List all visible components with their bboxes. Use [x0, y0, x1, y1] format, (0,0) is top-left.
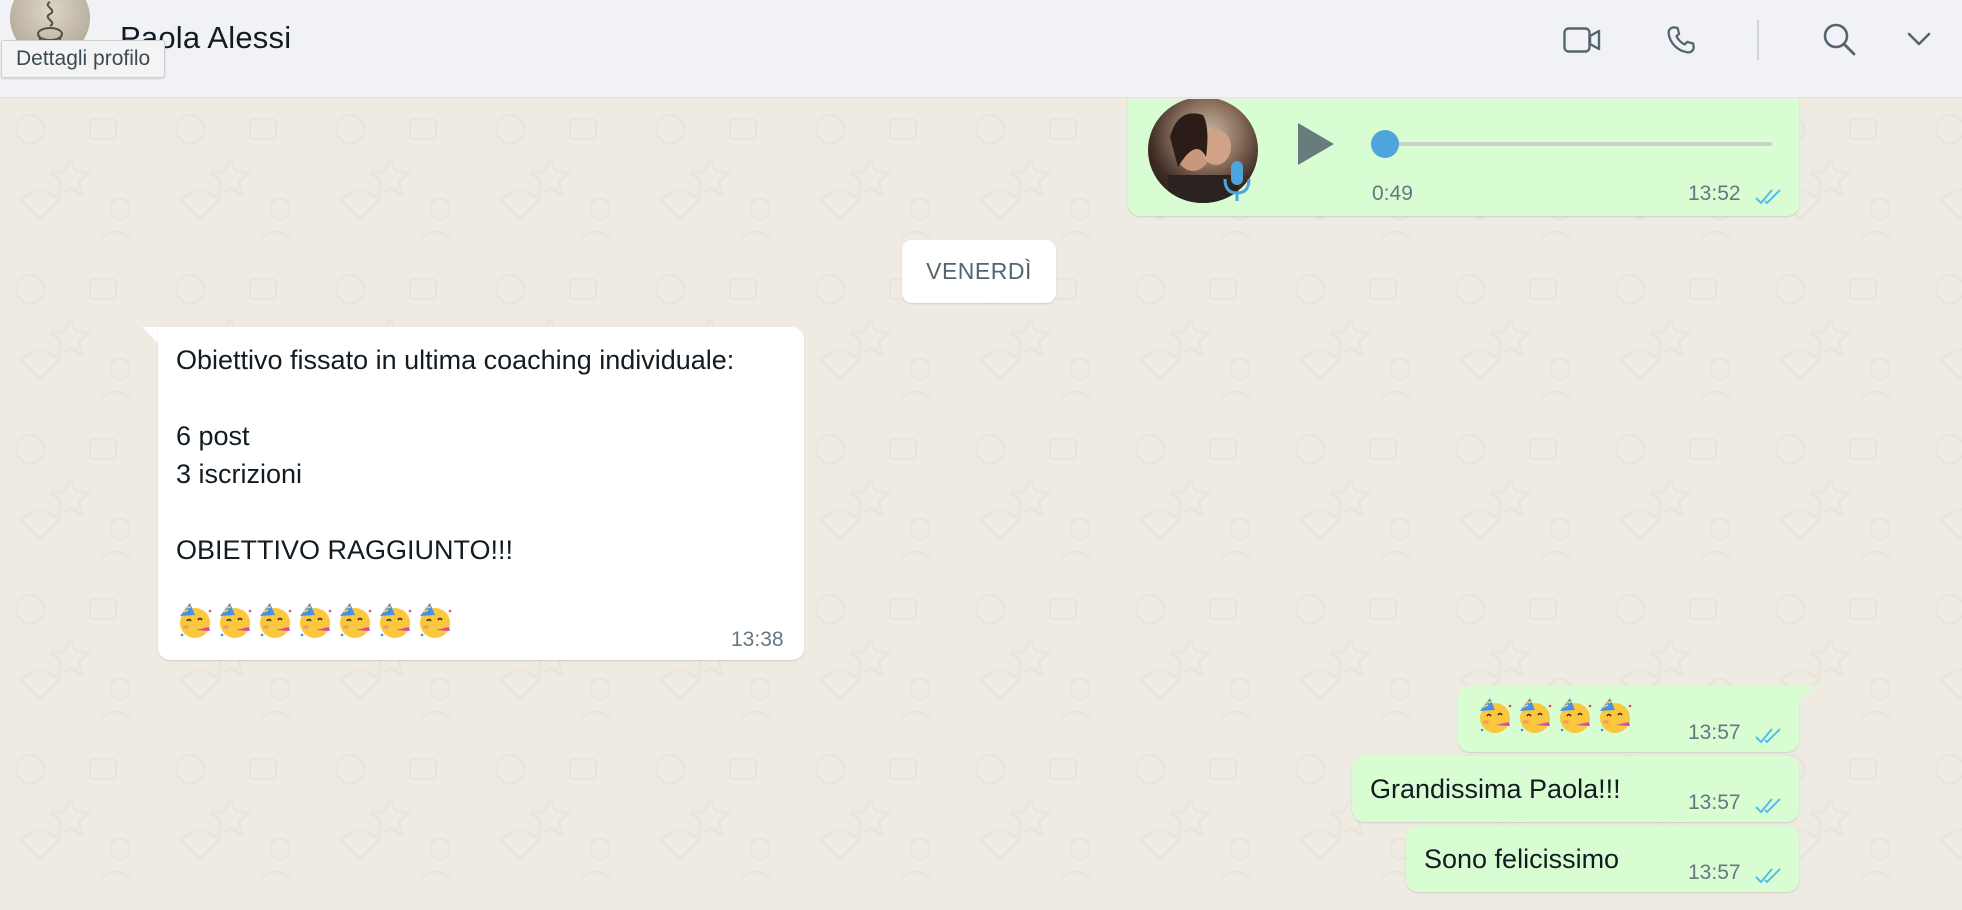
outgoing-message-text: Sono felicissimo [1424, 844, 1620, 874]
message-time: 13:57 [1688, 721, 1741, 744]
message-time: 13:52 [1688, 182, 1741, 205]
audio-progress-track[interactable] [1384, 142, 1772, 146]
chat-area[interactable]: 0:49 13:52 VENERDÌ Obiettivo fissato in … [0, 99, 1962, 910]
chat-header: Paola Alessi Dettagli profilo [0, 0, 1962, 98]
read-receipt-icon [1755, 728, 1781, 744]
video-call-icon[interactable] [1563, 27, 1601, 53]
party-face-emoji [260, 603, 292, 638]
party-emoji-row [1476, 697, 1634, 735]
party-face-emoji [420, 603, 452, 638]
voice-message-duration: 0:49 [1372, 182, 1413, 205]
play-icon[interactable] [1294, 121, 1338, 167]
audio-progress-knob[interactable] [1371, 130, 1399, 158]
profile-details-tooltip: Dettagli profilo [1, 40, 166, 78]
message-time: 13:38 [731, 628, 784, 651]
date-separator: VENERDÌ [902, 240, 1056, 303]
message-time: 13:57 [1688, 861, 1741, 884]
party-face-emoji [1480, 698, 1512, 733]
party-face-emoji [1560, 698, 1592, 733]
read-receipt-icon [1755, 189, 1781, 205]
party-face-emoji [340, 603, 372, 638]
read-receipt-icon [1755, 798, 1781, 814]
voice-call-icon[interactable] [1665, 24, 1697, 56]
message-time: 13:57 [1688, 791, 1741, 814]
chevron-down-icon[interactable] [1906, 30, 1932, 48]
incoming-message-line: 6 post [176, 421, 250, 451]
microphone-icon [1223, 161, 1251, 201]
incoming-message-line: 3 iscrizioni [176, 459, 303, 489]
party-face-emoji [1520, 698, 1552, 733]
header-divider [1757, 20, 1759, 60]
incoming-message-line: OBIETTIVO RAGGIUNTO!!! [176, 535, 514, 565]
search-icon[interactable] [1822, 22, 1856, 56]
party-face-emoji [380, 603, 412, 638]
party-face-emoji [300, 603, 332, 638]
party-face-emoji [1600, 698, 1632, 733]
read-receipt-icon [1755, 868, 1781, 884]
outgoing-message-text: Grandissima Paola!!! [1370, 774, 1621, 804]
incoming-message-line: Obiettivo fissato in ultima coaching ind… [176, 345, 735, 375]
party-face-emoji [220, 603, 252, 638]
party-emoji-row [176, 602, 454, 640]
bubble-tail [1797, 686, 1815, 704]
party-face-emoji [180, 603, 212, 638]
